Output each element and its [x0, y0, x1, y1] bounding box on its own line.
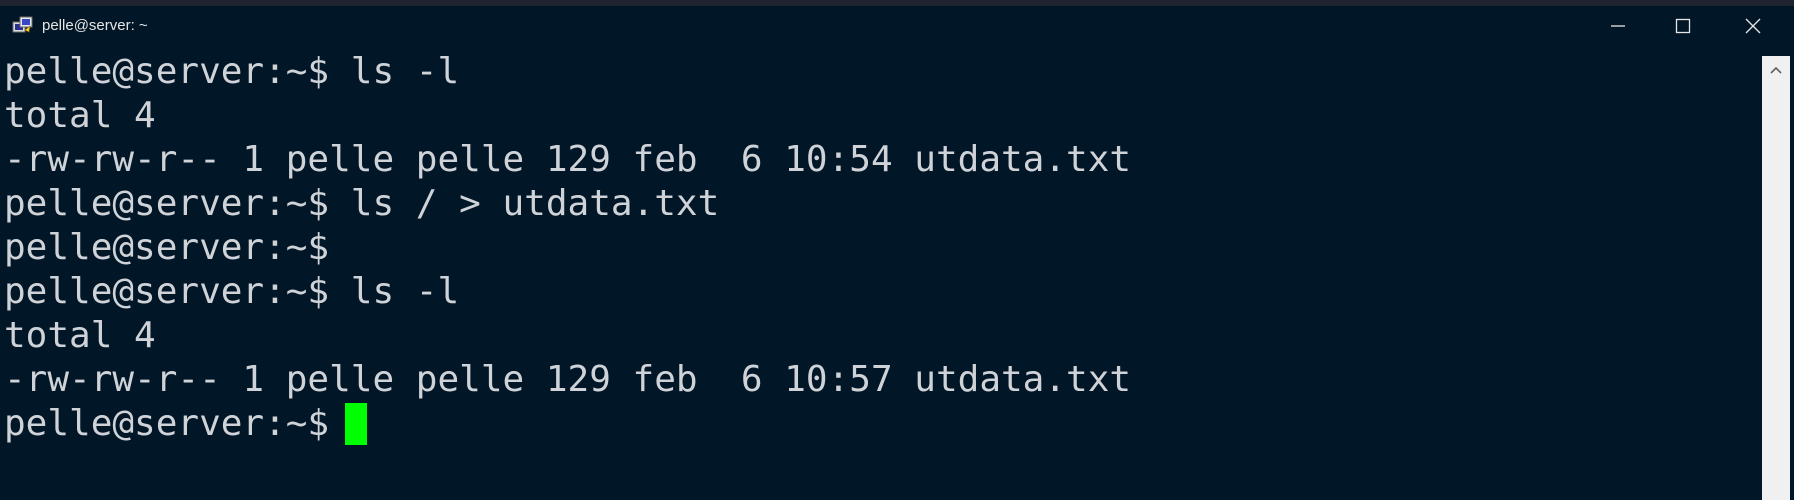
minimize-button[interactable] — [1583, 6, 1653, 46]
vertical-scrollbar[interactable] — [1762, 56, 1790, 500]
terminal-output[interactable]: pelle@server:~$ ls -l total 4 -rw-rw-r--… — [0, 50, 1760, 500]
chevron-up-icon — [1770, 66, 1782, 74]
close-button[interactable] — [1718, 6, 1788, 46]
maximize-icon — [1675, 18, 1691, 34]
window-title: pelle@server: ~ — [42, 17, 148, 34]
minimize-icon — [1611, 25, 1625, 27]
prompt-text: pelle@server:~$ — [4, 403, 330, 444]
terminal-line: pelle@server:~$ ls -l — [4, 51, 460, 92]
terminal-line: -rw-rw-r-- 1 pelle pelle 129 feb 6 10:54… — [4, 139, 1132, 180]
title-bar[interactable]: pelle@server: ~ — [0, 6, 1794, 46]
putty-terminal-icon — [12, 16, 33, 33]
maximize-button[interactable] — [1648, 6, 1718, 46]
terminal-line: pelle@server:~$ ls / > utdata.txt — [4, 183, 720, 224]
close-icon — [1745, 18, 1761, 34]
terminal-window: pelle@server: ~ pelle@server:~$ ls -l to… — [0, 0, 1794, 500]
terminal-line: total 4 — [4, 95, 156, 136]
terminal-line: -rw-rw-r-- 1 pelle pelle 129 feb 6 10:57… — [4, 359, 1132, 400]
terminal-line: pelle@server:~$ ls -l — [4, 271, 460, 312]
scroll-up-button[interactable] — [1762, 56, 1790, 84]
terminal-line: pelle@server:~$ — [4, 227, 330, 268]
text-cursor — [345, 403, 368, 445]
terminal-line: total 4 — [4, 315, 156, 356]
terminal-prompt-line: pelle@server:~$ — [4, 402, 368, 446]
